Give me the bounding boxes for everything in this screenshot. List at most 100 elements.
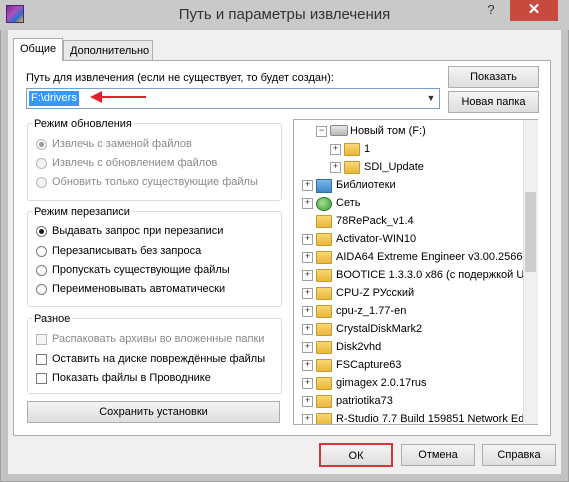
radio-auto-rename[interactable] [36,284,47,295]
expand-icon[interactable]: + [302,252,313,263]
checkbox-keep-broken[interactable] [36,354,47,365]
expand-icon[interactable]: + [302,414,313,424]
show-button[interactable]: Показать [448,66,539,88]
radio-skip-existing-label: Пропускать существующие файлы [52,264,230,276]
expand-icon[interactable]: + [330,144,341,155]
folder-icon [316,323,332,336]
radio-extract-update[interactable] [36,158,47,169]
cancel-button[interactable]: Отмена [401,444,475,466]
tree-item[interactable]: + patriotika73 [294,392,524,410]
expand-icon[interactable]: + [302,324,313,335]
collapse-icon[interactable]: − [316,126,327,137]
radio-update-existing[interactable] [36,177,47,188]
tree-item[interactable]: + CrystalDiskMark2 [294,320,524,338]
expand-icon[interactable]: + [302,396,313,407]
expand-icon[interactable]: + [302,270,313,281]
radio-overwrite-silent-label: Перезаписывать без запроса [52,245,202,257]
tab-general[interactable]: Общие [13,38,63,61]
radio-overwrite-silent[interactable] [36,246,47,257]
tree-item-label: FSCapture63 [336,359,402,371]
path-label: Путь для извлечения (если не существует,… [26,72,334,84]
tree-item-label: AIDA64 Extreme Engineer v3.00.2566 [336,251,523,263]
folder-icon [316,251,332,264]
title-help-button[interactable]: ? [477,0,505,20]
tree-item[interactable]: + CPU-Z РУсский [294,284,524,302]
checkbox-extract-nested-label: Распаковать архивы во вложенные папки [52,333,265,345]
folder-icon [316,215,332,228]
new-folder-button[interactable]: Новая папка [448,91,539,113]
folder-icon [316,233,332,246]
tree-item[interactable]: + cpu-z_1.77-en [294,302,524,320]
path-input-value[interactable]: F:\drivers [29,91,79,106]
tree-scrollbar-thumb[interactable] [525,192,536,272]
chevron-down-icon[interactable]: ▼ [424,90,438,107]
tree-item-label: R-Studio 7.7 Build 159851 Network Edi [336,413,527,425]
folder-icon [316,377,332,390]
folder-icon [316,359,332,372]
expand-icon[interactable]: + [302,306,313,317]
checkbox-show-in-explorer[interactable] [36,373,47,384]
drive-icon [330,125,348,136]
radio-update-existing-label: Обновить только существующие файлы [52,176,258,188]
libraries-icon [316,179,332,193]
ok-button[interactable]: ОК [319,443,393,467]
folder-icon [344,161,360,174]
tree-item[interactable]: + Библиотеки [294,176,524,194]
radio-extract-update-label: Извлечь с обновлением файлов [52,157,218,169]
tree-item[interactable]: − Новый том (F:) [294,122,524,140]
radio-auto-rename-label: Переименовывать автоматически [52,283,226,295]
tree-item[interactable]: + Сеть [294,194,524,212]
tab-advanced[interactable]: Дополнительно [63,40,153,61]
checkbox-keep-broken-label: Оставить на диске повреждённые файлы [52,353,266,365]
button-bar [9,437,560,473]
tree-item[interactable]: + Activator-WIN10 [294,230,524,248]
tree-item-label: CPU-Z РУсский [336,287,415,299]
checkbox-show-in-explorer-label: Показать файлы в Проводнике [52,372,211,384]
save-settings-button[interactable]: Сохранить установки [27,401,280,423]
expand-icon[interactable]: + [302,180,313,191]
folder-icon [316,269,332,282]
tree-item-label: Activator-WIN10 [336,233,417,245]
folder-icon [316,413,332,424]
radio-ask-overwrite[interactable] [36,226,47,237]
radio-skip-existing[interactable] [36,265,47,276]
tree-item[interactable]: + BOOTICE 1.3.3.0 x86 (с подержкой U [294,266,524,284]
tree-item-label: cpu-z_1.77-en [336,305,407,317]
tree-item[interactable]: + Disk2vhd [294,338,524,356]
tree-item-label: 78RePack_v1.4 [336,215,414,227]
tree-item[interactable]: + gimagex 2.0.17rus [294,374,524,392]
network-icon [316,197,332,211]
expand-icon[interactable]: + [302,378,313,389]
tree-item-label: Disk2vhd [336,341,382,353]
expand-icon[interactable]: + [302,342,313,353]
close-button[interactable]: ✕ [510,0,558,21]
expand-icon[interactable]: + [302,198,313,209]
folder-icon [316,395,332,408]
expand-icon[interactable]: + [302,234,313,245]
tree-item[interactable]: + R-Studio 7.7 Build 159851 Network Edi [294,410,527,425]
radio-extract-replace[interactable] [36,139,47,150]
help-button[interactable]: Справка [482,444,556,466]
expand-icon[interactable]: + [302,360,313,371]
tree-item-label: patriotika73 [336,395,393,407]
tree-item[interactable]: + SDI_Update [294,158,524,176]
tree-item[interactable]: 78RePack_v1.4 [294,212,524,230]
expand-icon[interactable]: + [330,162,341,173]
tree-item-label: 1 [364,143,371,155]
tree-item-label: SDI_Update [364,161,424,173]
folder-icon [344,143,360,156]
tree-item[interactable]: + AIDA64 Extreme Engineer v3.00.2566 [294,248,524,266]
radio-extract-replace-label: Извлечь с заменой файлов [52,138,192,150]
close-icon: ✕ [527,1,541,18]
expand-icon[interactable]: + [302,288,313,299]
annotation-arrow-icon [90,91,146,103]
tree-item-label: Новый том (F:) [350,125,426,137]
tree-item[interactable]: +1 [294,140,524,158]
tree-item-label: CrystalDiskMark2 [336,323,423,335]
tree-item-label: gimagex 2.0.17rus [336,377,427,389]
folder-icon [316,341,332,354]
checkbox-extract-nested[interactable] [36,334,47,345]
folder-tree[interactable]: − Новый том (F:) +1 + SDI_Update + Библиотеки +… [293,119,538,425]
tree-scrollbar[interactable] [523,120,538,424]
tree-item[interactable]: + FSCapture63 [294,356,524,374]
